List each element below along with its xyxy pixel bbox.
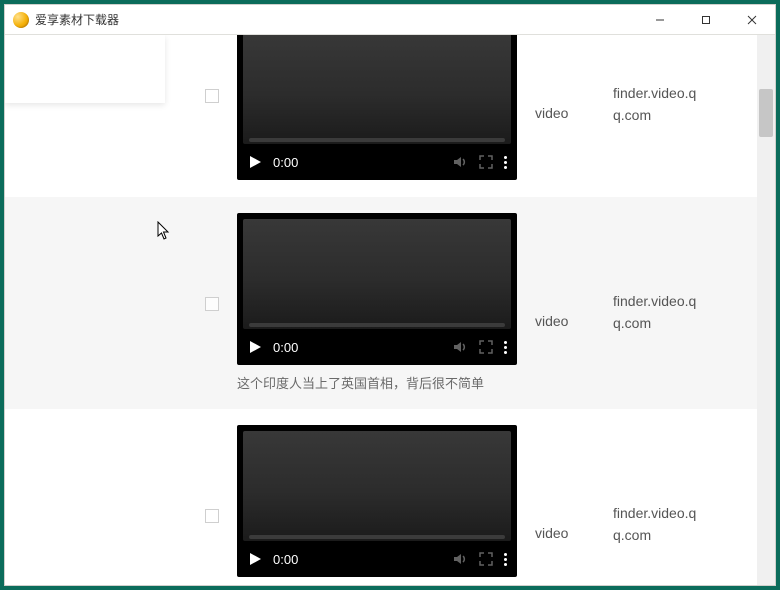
list-row: 0:00 — [5, 409, 757, 585]
video-time: 0:00 — [273, 552, 298, 567]
source-cell: finder.video.qq.com — [613, 503, 699, 546]
play-icon — [247, 551, 263, 567]
row-checkbox[interactable] — [205, 509, 219, 523]
maximize-button[interactable] — [683, 5, 729, 35]
play-icon — [247, 339, 263, 355]
minimize-button[interactable] — [637, 5, 683, 35]
fullscreen-button[interactable] — [478, 339, 494, 355]
source-cell: finder.video.qq.com — [613, 291, 699, 334]
volume-icon — [452, 154, 468, 170]
more-icon — [504, 551, 507, 567]
video-surface[interactable] — [243, 219, 511, 329]
mute-button[interactable] — [452, 551, 468, 567]
play-button[interactable] — [247, 154, 263, 170]
mute-button[interactable] — [452, 339, 468, 355]
scrollbar-thumb[interactable] — [759, 89, 773, 137]
video-surface[interactable] — [243, 431, 511, 541]
play-button[interactable] — [247, 339, 263, 355]
source-cell: finder.video.qq.com — [613, 83, 699, 126]
video-menu-button[interactable] — [504, 154, 507, 170]
close-button[interactable] — [729, 5, 775, 35]
minimize-icon — [655, 15, 665, 25]
fullscreen-icon — [478, 551, 494, 567]
fullscreen-button[interactable] — [478, 154, 494, 170]
window-title: 爱享素材下载器 — [35, 11, 119, 28]
video-surface[interactable] — [243, 35, 511, 144]
video-controls: 0:00 — [237, 144, 517, 180]
list-row: 0:00 — [5, 197, 757, 409]
video-time: 0:00 — [273, 155, 298, 170]
scroll-viewport: … 0:00 — [5, 35, 757, 585]
mute-button[interactable] — [452, 154, 468, 170]
volume-icon — [452, 551, 468, 567]
maximize-icon — [701, 15, 711, 25]
vertical-scrollbar[interactable] — [757, 35, 775, 585]
row-checkbox[interactable] — [205, 89, 219, 103]
volume-icon — [452, 339, 468, 355]
fullscreen-button[interactable] — [478, 551, 494, 567]
video-player[interactable]: 0:00 — [237, 213, 517, 365]
video-cell: … 0:00 — [237, 35, 517, 180]
left-panel — [5, 35, 165, 103]
video-controls: 0:00 — [237, 329, 517, 365]
video-menu-button[interactable] — [504, 339, 507, 355]
video-time: 0:00 — [273, 340, 298, 355]
app-icon — [13, 12, 29, 28]
type-cell: video — [535, 105, 595, 121]
close-icon — [747, 15, 757, 25]
more-icon — [504, 154, 507, 170]
main-panel: … 0:00 — [5, 35, 775, 585]
fullscreen-icon — [478, 339, 494, 355]
video-player[interactable]: 0:00 — [237, 425, 517, 577]
video-caption: 这个印度人当上了英国首相，背后很不简单 — [237, 373, 517, 392]
video-cell: 0:00 — [237, 213, 517, 392]
video-cell: 0:00 — [237, 425, 517, 585]
more-icon — [504, 339, 507, 355]
titlebar: 爱享素材下载器 — [5, 5, 775, 35]
app-window: 爱享素材下载器 … — [4, 4, 776, 586]
video-controls: 0:00 — [237, 541, 517, 577]
row-checkbox[interactable] — [205, 297, 219, 311]
type-cell: video — [535, 313, 595, 329]
video-menu-button[interactable] — [504, 551, 507, 567]
play-icon — [247, 154, 263, 170]
play-button[interactable] — [247, 551, 263, 567]
type-cell: video — [535, 525, 595, 541]
content-area: … 0:00 — [5, 35, 775, 585]
fullscreen-icon — [478, 154, 494, 170]
video-player[interactable]: 0:00 — [237, 35, 517, 180]
